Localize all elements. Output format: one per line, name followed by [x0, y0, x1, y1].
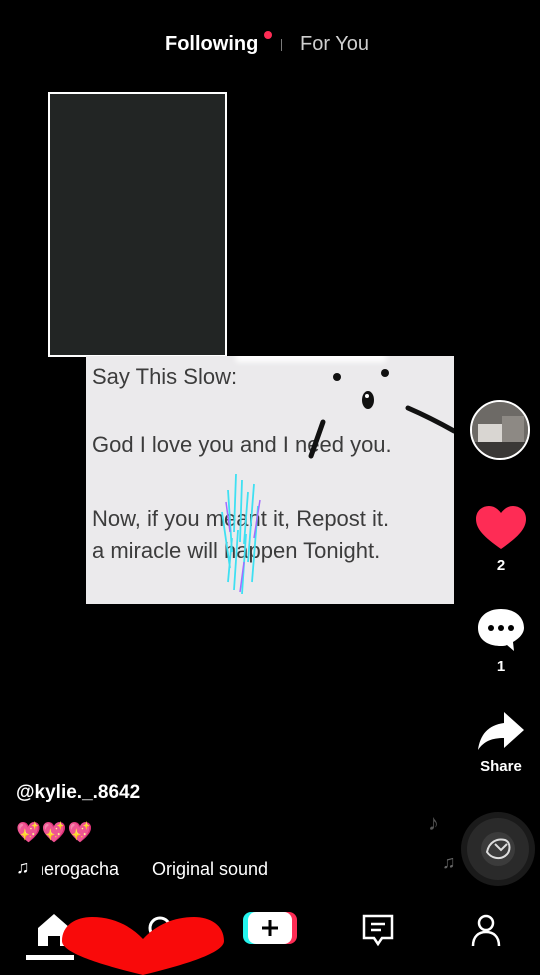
- sound-disc[interactable]: [467, 818, 529, 880]
- sound-title: Original sound: [152, 859, 269, 879]
- top-tabs: Following For You: [0, 30, 540, 62]
- sound-marquee: herogacha: [42, 859, 152, 880]
- like-count: 2: [496, 557, 506, 574]
- nav-inbox[interactable]: [358, 910, 398, 950]
- comment-count: 1: [496, 658, 506, 675]
- post-username[interactable]: @kylie._.8642: [16, 782, 140, 804]
- comment-button[interactable]: [470, 606, 532, 659]
- sound-row[interactable]: ♫ herogacha Original sound: [16, 857, 436, 881]
- notification-dot: [264, 31, 272, 39]
- tab-separator: [281, 39, 282, 51]
- floating-music-note-icon: ♪: [428, 810, 439, 835]
- video-preview-frame[interactable]: [48, 92, 227, 357]
- sparkle-effect-icon: [221, 473, 261, 595]
- share-button[interactable]: [470, 708, 532, 761]
- video-content-card[interactable]: Say This Slow: God I love you and I need…: [86, 356, 454, 604]
- create-button[interactable]: [243, 910, 297, 946]
- inbox-icon: [362, 914, 394, 947]
- avatar-image: [472, 402, 528, 458]
- share-arrow-icon: [478, 712, 524, 750]
- tab-following[interactable]: Following: [165, 33, 258, 56]
- nav-profile[interactable]: [466, 910, 506, 950]
- plus-icon: [243, 912, 297, 944]
- heart-icon: [476, 506, 526, 549]
- music-note-icon: ♫: [16, 857, 30, 877]
- comment-bubble-icon: [478, 609, 524, 651]
- floating-heart-icon: [62, 917, 224, 975]
- tab-for-you[interactable]: For You: [300, 33, 369, 56]
- disc-art-icon: [485, 838, 511, 860]
- profile-icon: [471, 914, 501, 947]
- share-label: Share: [480, 758, 522, 775]
- post-caption: 💖💖💖: [16, 822, 94, 844]
- sound-author: herogacha: [42, 859, 120, 879]
- creator-avatar[interactable]: [470, 400, 530, 460]
- sound-disc-art: [481, 832, 515, 866]
- floating-music-note-icon: ♫: [442, 852, 456, 872]
- like-button[interactable]: [470, 505, 532, 558]
